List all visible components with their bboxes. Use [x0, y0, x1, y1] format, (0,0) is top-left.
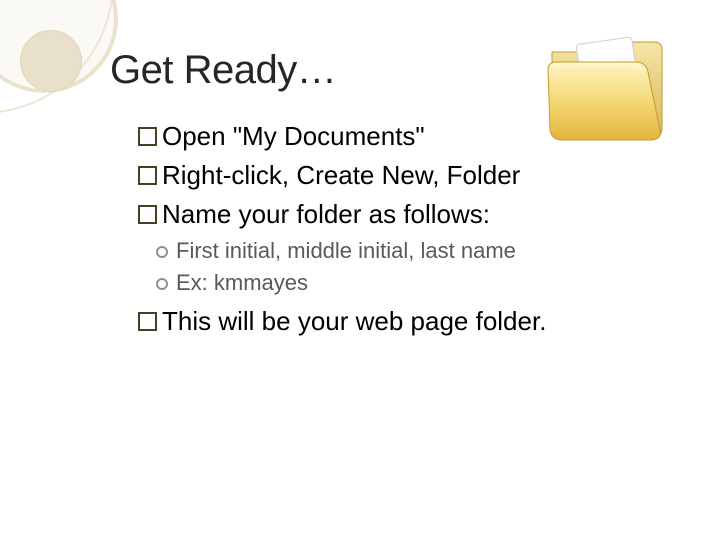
- bullet-text: Open "My Documents": [162, 121, 425, 151]
- square-bullet-icon: [138, 205, 157, 224]
- bullet-text: Right-click, Create New, Folder: [162, 160, 520, 190]
- sub-bullet-item: First initial, middle initial, last name: [156, 236, 670, 266]
- slide-content: Get Ready…: [0, 0, 720, 540]
- open-folder-icon: [542, 30, 672, 150]
- bullet-list: Open "My Documents" Right-click, Create …: [138, 119, 670, 339]
- sub-bullet-text: First initial, middle initial, last name: [176, 238, 516, 263]
- bullet-item: This will be your web page folder.: [138, 304, 670, 339]
- bullet-text: This will be your web page folder.: [162, 306, 546, 336]
- square-bullet-icon: [138, 127, 157, 146]
- circle-bullet-icon: [156, 278, 168, 290]
- bullet-item: Name your folder as follows:: [138, 197, 670, 232]
- bullet-text: Name your folder as follows:: [162, 199, 490, 229]
- bullet-item: Right-click, Create New, Folder: [138, 158, 670, 193]
- circle-bullet-icon: [156, 246, 168, 258]
- sub-bullet-text: Ex: kmmayes: [176, 270, 308, 295]
- square-bullet-icon: [138, 312, 157, 331]
- square-bullet-icon: [138, 166, 157, 185]
- sub-bullet-item: Ex: kmmayes: [156, 268, 670, 298]
